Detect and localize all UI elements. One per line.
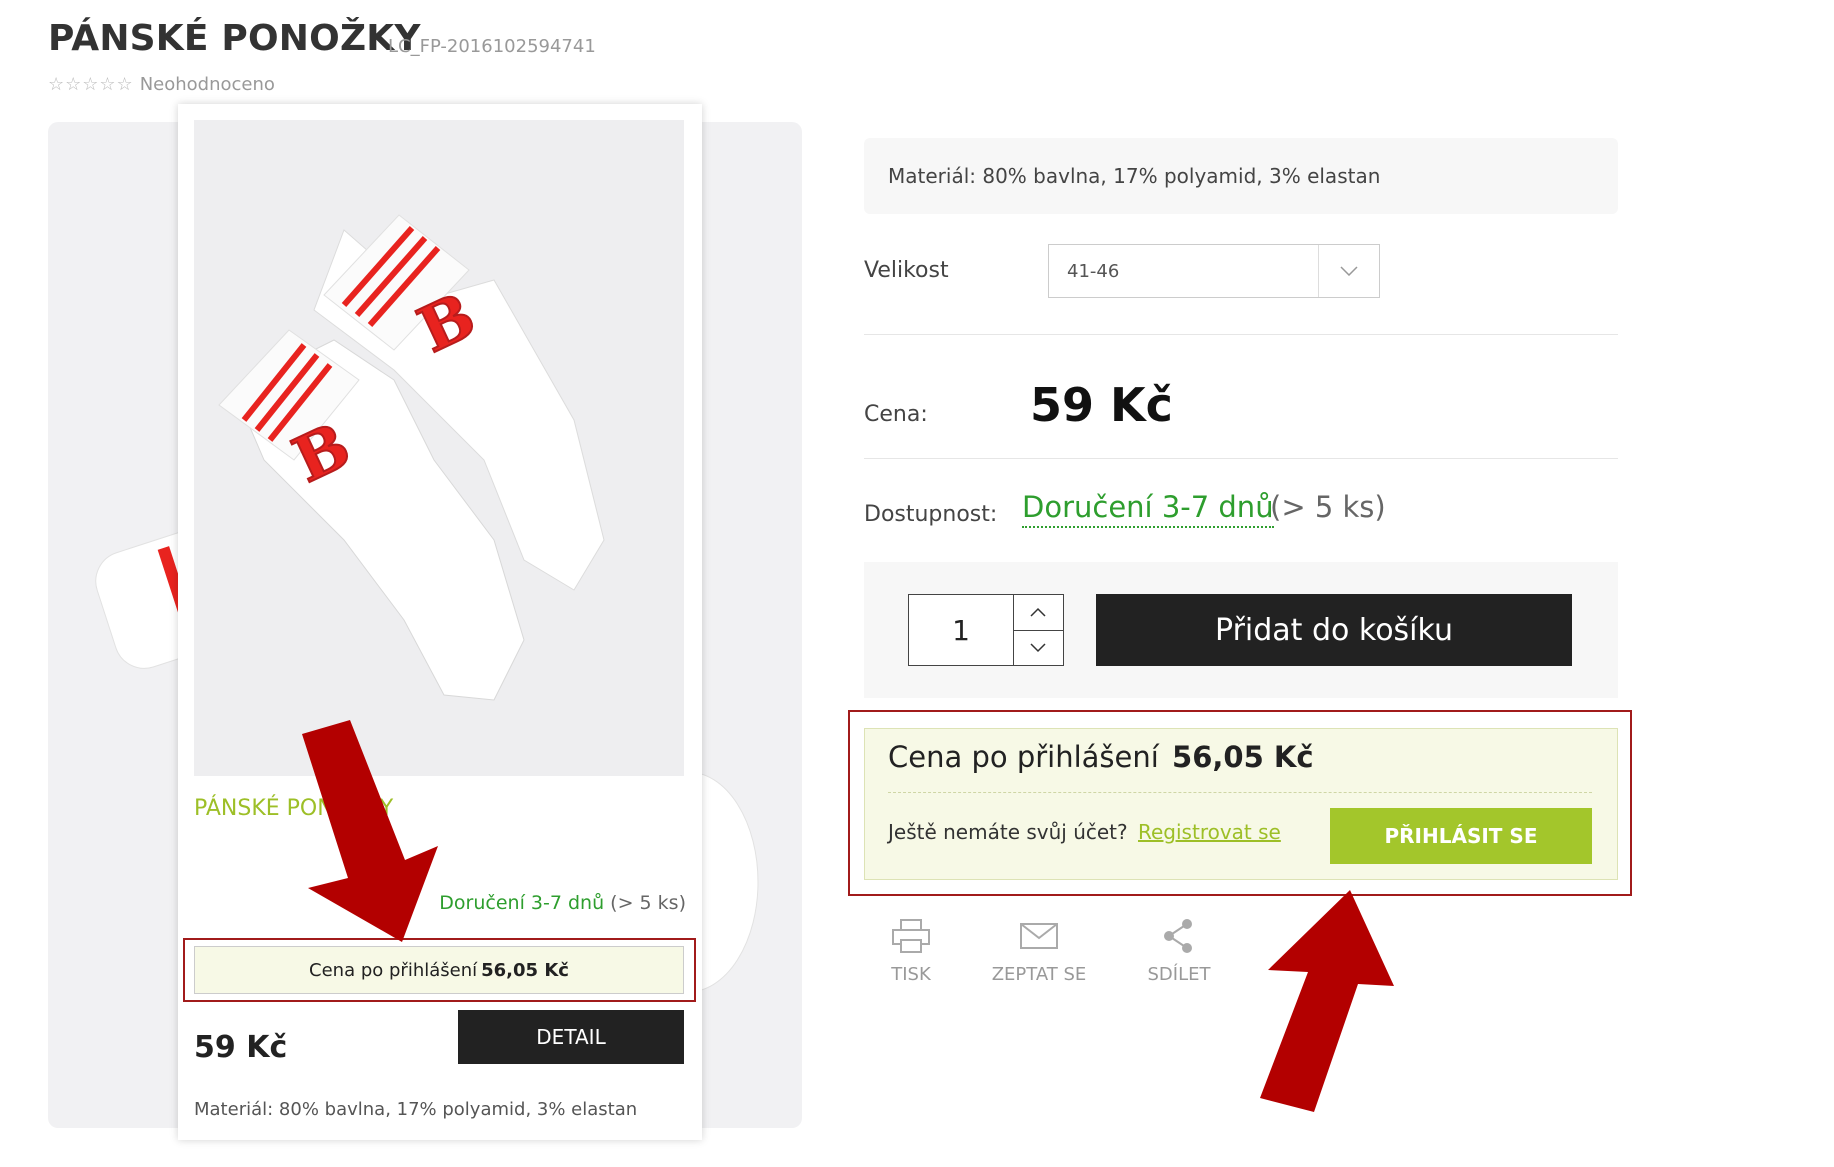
availability-link[interactable]: Doručení 3-7 dnů (1022, 490, 1274, 528)
chevron-down-icon[interactable] (1013, 629, 1063, 666)
price-label: Cena: (864, 402, 928, 427)
arrow-up-icon (1260, 890, 1394, 1112)
price-value: 59 Kč (1030, 378, 1173, 432)
divider (864, 458, 1618, 459)
no-account-label: Ještě nemáte svůj účet? (888, 820, 1128, 844)
rating-stars-icon[interactable]: ☆☆☆☆☆ (48, 74, 134, 95)
mail-icon (1020, 923, 1058, 949)
availability-count: (> 5 ks) (1270, 490, 1386, 524)
chevron-down-icon[interactable] (1318, 245, 1379, 297)
product-code: LC_FP-2016102594741 (388, 36, 596, 57)
share-icon (1164, 919, 1192, 953)
arrow-down-icon (302, 720, 438, 942)
print-action[interactable]: TISK (856, 918, 966, 985)
login-button[interactable]: PŘIHLÁSIT SE (1330, 808, 1592, 864)
detail-button[interactable]: DETAIL (458, 1010, 684, 1064)
size-select[interactable]: 41-46 (1048, 244, 1380, 298)
card-material: Materiál: 80% bavlna, 17% polyamid, 3% e… (194, 1099, 638, 1120)
card-price: 59 Kč (194, 1030, 288, 1065)
product-image[interactable]: B B (194, 120, 684, 776)
share-label: SDÍLET (1147, 964, 1211, 985)
chevron-up-icon[interactable] (1014, 595, 1063, 630)
socks-image: B B (194, 120, 684, 776)
quantity-input[interactable]: 1 (909, 595, 1013, 665)
share-action[interactable]: SDÍLET (1124, 918, 1234, 985)
availability-label: Dostupnost: (864, 502, 998, 527)
product-title: PÁNSKÉ PONOŽKY (48, 18, 421, 59)
card-availability: Doručení 3-7 dnů (> 5 ks) (439, 892, 686, 914)
card-availability-text: Doručení 3-7 dnů (439, 892, 605, 914)
register-link[interactable]: Registrovat se (1138, 820, 1281, 844)
login-price: Cena po přihlášení 56,05 Kč (888, 740, 1314, 774)
card-availability-count: (> 5 ks) (610, 892, 686, 914)
ask-label: ZEPTAT SE (991, 964, 1087, 985)
size-select-value: 41-46 (1067, 260, 1120, 282)
material-info: Materiál: 80% bavlna, 17% polyamid, 3% e… (864, 138, 1618, 214)
quantity-stepper[interactable]: 1 (908, 594, 1064, 666)
login-price-label: Cena po přihlášení (888, 740, 1159, 774)
size-label: Velikost (864, 258, 949, 283)
divider (864, 334, 1618, 335)
rating: ☆☆☆☆☆ Neohodnoceno (48, 74, 275, 95)
login-price-value: 56,05 Kč (1172, 740, 1314, 774)
no-account-text: Ještě nemáte svůj účet? Registrovat se (888, 820, 1281, 844)
ask-action[interactable]: ZEPTAT SE (984, 918, 1094, 985)
add-to-cart-button[interactable]: Přidat do košíku (1096, 594, 1572, 666)
dashed-divider (888, 792, 1592, 793)
rating-text: Neohodnoceno (139, 74, 275, 95)
print-label: TISK (891, 964, 931, 985)
print-icon (892, 919, 930, 953)
